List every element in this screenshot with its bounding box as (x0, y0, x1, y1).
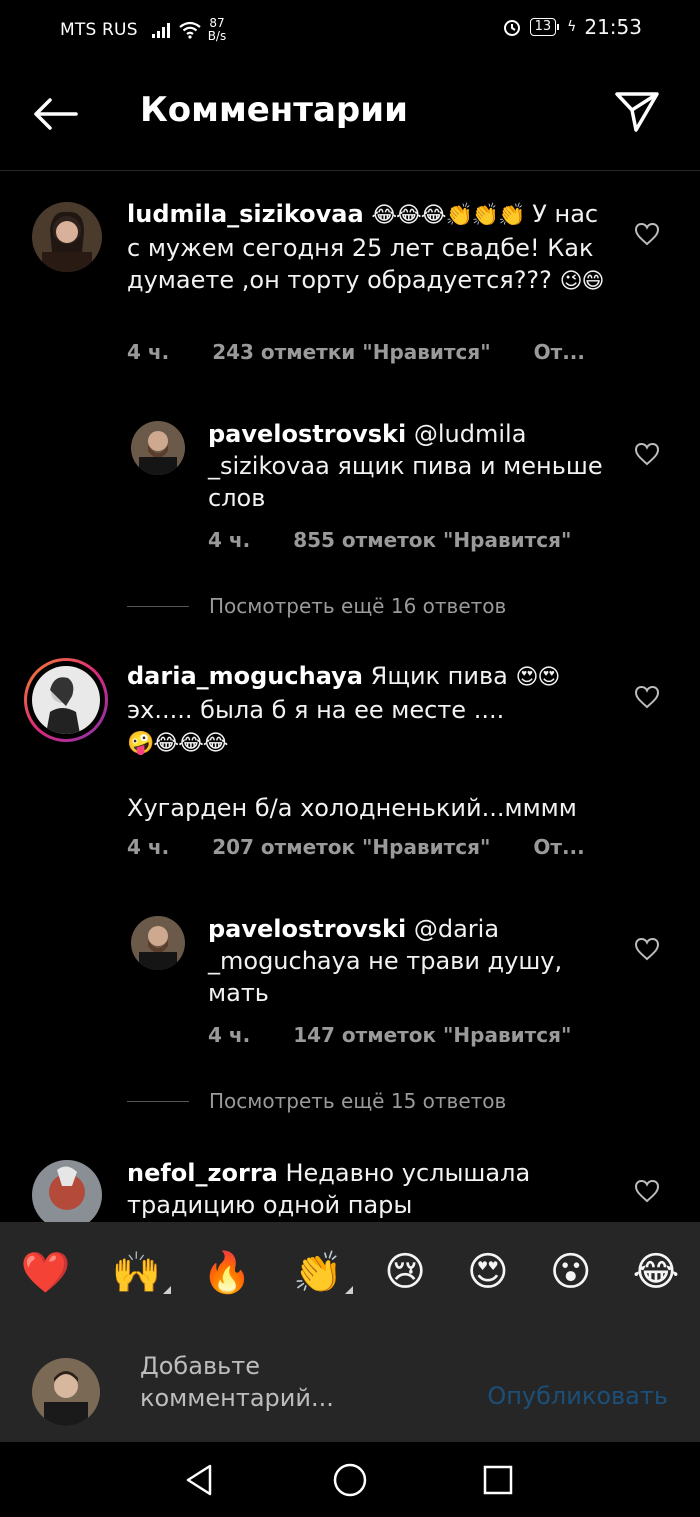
comment-meta: 4 ч. 855 отметок "Нравится" (208, 528, 607, 552)
back-triangle-icon[interactable] (180, 1460, 220, 1500)
reaction-laugh[interactable]: 😂 (633, 1249, 680, 1295)
publish-button[interactable]: Опубликовать (487, 1382, 668, 1410)
avatar[interactable] (131, 421, 185, 475)
comment-meta: 4 ч. 207 отметок "Нравится" От... (127, 835, 621, 859)
comment-time: 4 ч. (208, 528, 251, 552)
comment-time: 4 ч. (127, 835, 170, 859)
comment-likes[interactable]: 855 отметок "Нравится" (293, 528, 571, 552)
comment-time: 4 ч. (208, 1023, 251, 1047)
comment-body-2: эх..... была б я на ее месте .... (127, 696, 505, 724)
view-more-label[interactable]: Посмотреть ещё 15 ответов (209, 1089, 506, 1113)
reaction-surprised[interactable]: 😮 (550, 1249, 592, 1295)
comment-meta: 4 ч. 243 отметки "Нравится" От... (127, 340, 621, 364)
heart-icon[interactable] (634, 685, 660, 709)
reaction-heart[interactable]: ❤️ (21, 1249, 71, 1296)
comment-emoji: 😉😄 (559, 269, 605, 294)
heart-icon[interactable] (634, 442, 660, 466)
view-more-replies[interactable]: Посмотреть ещё 16 ответов (127, 594, 506, 618)
status-left: MTS RUS 87 B/s (60, 17, 226, 43)
reaction-heart-eyes[interactable]: 😍 (467, 1249, 509, 1295)
comment-likes[interactable]: 243 отметки "Нравится" (212, 340, 490, 364)
heart-icon[interactable] (634, 937, 660, 961)
view-more-label[interactable]: Посмотреть ещё 16 ответов (209, 594, 506, 618)
heart-icon[interactable] (634, 222, 660, 246)
battery-indicator: 13 (529, 18, 560, 36)
comment-emoji: 🤪😂😂😂 (127, 731, 229, 756)
avatar[interactable] (32, 1160, 102, 1222)
comment-emoji: 😂😂😂👏👏👏 (371, 203, 525, 228)
send-icon[interactable] (612, 88, 662, 134)
comment-text: pavelostrovski @ludmila _sizikovaa ящик … (208, 418, 618, 514)
comment-text: ludmila_sizikovaa 😂😂😂👏👏👏 У нас с мужем с… (127, 198, 607, 298)
user-avatar (32, 1358, 100, 1426)
alarm-icon (503, 20, 520, 36)
network-speed: 87 B/s (208, 17, 227, 43)
reaction-cry[interactable]: 😢 (384, 1249, 426, 1295)
signal-icon (151, 22, 172, 38)
comment-likes[interactable]: 147 отметок "Нравится" (293, 1023, 571, 1047)
comment-username[interactable]: ludmila_sizikovaa (127, 200, 364, 228)
comment-time: 4 ч. (127, 340, 170, 364)
view-more-replies[interactable]: Посмотреть ещё 15 ответов (127, 1089, 506, 1113)
carrier-name: MTS RUS (60, 20, 138, 40)
reaction-raised-hands-emoji: 🙌 (111, 1249, 162, 1296)
heart-icon[interactable] (634, 1179, 660, 1203)
comment-username[interactable]: pavelostrovski (208, 420, 406, 448)
comment-likes[interactable]: 207 отметок "Нравится" (212, 835, 490, 859)
clock: 21:53 (584, 15, 642, 39)
app-header: Комментарии (0, 58, 700, 171)
battery-level: 13 (529, 18, 557, 36)
arrow-left-icon[interactable] (30, 94, 80, 134)
comment-input[interactable]: Добавьте комментарий... (140, 1350, 440, 1414)
reaction-fire[interactable]: 🔥 (202, 1249, 252, 1296)
avatar[interactable] (131, 916, 185, 970)
avatar[interactable] (24, 658, 108, 742)
comment-emoji: 😍😍 (515, 665, 560, 690)
recents-square-icon[interactable] (478, 1460, 518, 1500)
reaction-raised-hands[interactable]: 🙌 (111, 1249, 172, 1296)
comment-username[interactable]: nefol_zorra (127, 1159, 278, 1187)
wifi-icon (179, 21, 201, 39)
reaction-clap[interactable]: 👏 (293, 1249, 354, 1296)
home-circle-icon[interactable] (330, 1460, 370, 1500)
comment-body: Ящик пива (370, 662, 508, 690)
page-title: Комментарии (140, 90, 408, 130)
charging-icon: ϟ (567, 19, 577, 35)
comment-body-3: Хугарден б/а холодненький...мммм (127, 794, 577, 822)
comment-composer: Добавьте комментарий... Опубликовать (0, 1322, 700, 1442)
status-bar: MTS RUS 87 B/s 13 ϟ 21:53 (0, 0, 700, 58)
system-nav-bar (0, 1442, 700, 1517)
reaction-bar: ❤️ 🙌 🔥 👏 😢 😍 😮 😂 (0, 1222, 700, 1322)
comment-meta: 4 ч. 147 отметок "Нравится" (208, 1023, 607, 1047)
reply-button[interactable]: От... (534, 340, 585, 364)
comment-text: nefol_zorra Недавно услышала традицию од… (127, 1157, 607, 1221)
comment-username[interactable]: pavelostrovski (208, 915, 406, 943)
comment-text: daria_moguchaya Ящик пива 😍😍 эх..... был… (127, 660, 607, 824)
reaction-clap-emoji: 👏 (293, 1249, 344, 1296)
status-right: 13 ϟ 21:53 (502, 15, 642, 39)
comment-text: pavelostrovski @daria _moguchaya не трав… (208, 913, 618, 1009)
speed-unit: B/s (207, 29, 227, 43)
comment-username[interactable]: daria_moguchaya (127, 662, 363, 690)
comment-item: nefol_zorra Недавно услышала традицию од… (0, 1157, 700, 1222)
reply-button[interactable]: От... (533, 835, 584, 859)
avatar[interactable] (32, 202, 102, 272)
